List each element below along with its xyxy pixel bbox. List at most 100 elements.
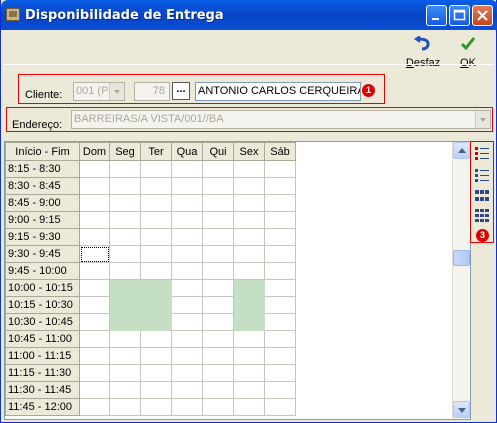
schedule-cell[interactable] bbox=[79, 398, 110, 416]
chevron-down-icon[interactable] bbox=[109, 83, 124, 100]
schedule-cell[interactable] bbox=[140, 347, 172, 365]
view-large-icons-icon[interactable] bbox=[474, 208, 490, 224]
schedule-cell[interactable] bbox=[202, 194, 234, 212]
schedule-cell[interactable] bbox=[233, 177, 265, 195]
scroll-down-button[interactable] bbox=[453, 401, 470, 418]
schedule-cell[interactable] bbox=[109, 262, 141, 280]
cliente-name-field[interactable]: ANTONIO CARLOS CERQUEIRA bbox=[195, 82, 361, 101]
schedule-cell-busy[interactable] bbox=[233, 313, 265, 331]
schedule-cell[interactable] bbox=[171, 228, 203, 246]
schedule-cell[interactable] bbox=[140, 364, 172, 382]
schedule-cell[interactable] bbox=[202, 245, 234, 263]
view-small-icons-icon[interactable] bbox=[474, 188, 490, 204]
grid-header-day[interactable]: Dom bbox=[79, 142, 110, 161]
schedule-cell[interactable] bbox=[171, 347, 203, 365]
schedule-cell[interactable] bbox=[140, 194, 172, 212]
schedule-cell[interactable] bbox=[140, 381, 172, 399]
schedule-cell[interactable] bbox=[171, 262, 203, 280]
schedule-cell[interactable] bbox=[171, 313, 203, 331]
title-bar[interactable]: Disponibilidade de Entrega bbox=[1, 0, 497, 30]
schedule-cell[interactable] bbox=[264, 194, 296, 212]
schedule-cell[interactable] bbox=[202, 313, 234, 331]
schedule-cell[interactable] bbox=[140, 245, 172, 263]
schedule-cell-busy[interactable] bbox=[109, 279, 141, 297]
schedule-cell-busy[interactable] bbox=[140, 313, 172, 331]
schedule-cell[interactable] bbox=[264, 313, 296, 331]
schedule-cell[interactable] bbox=[140, 177, 172, 195]
schedule-cell[interactable] bbox=[202, 177, 234, 195]
vertical-scrollbar[interactable] bbox=[452, 142, 470, 419]
scroll-up-button[interactable] bbox=[453, 142, 470, 159]
schedule-cell[interactable] bbox=[202, 211, 234, 229]
schedule-cell[interactable] bbox=[79, 313, 110, 331]
grid-header-day[interactable]: Ter bbox=[140, 142, 172, 161]
schedule-cell[interactable] bbox=[140, 262, 172, 280]
schedule-cell-busy[interactable] bbox=[233, 296, 265, 314]
grid-header-day[interactable]: Qua bbox=[171, 142, 203, 161]
schedule-cell[interactable] bbox=[264, 245, 296, 263]
schedule-cell[interactable] bbox=[171, 330, 203, 348]
grid-header-day[interactable]: Sex bbox=[233, 142, 265, 161]
schedule-cell[interactable] bbox=[79, 177, 110, 195]
schedule-cell[interactable] bbox=[79, 279, 110, 297]
schedule-cell[interactable] bbox=[264, 262, 296, 280]
schedule-cell-busy[interactable] bbox=[233, 279, 265, 297]
schedule-cell[interactable] bbox=[140, 330, 172, 348]
schedule-cell[interactable] bbox=[109, 398, 141, 416]
schedule-cell[interactable] bbox=[140, 228, 172, 246]
schedule-cell[interactable] bbox=[140, 160, 172, 178]
schedule-cell[interactable] bbox=[140, 211, 172, 229]
schedule-cell[interactable] bbox=[233, 364, 265, 382]
schedule-cell[interactable] bbox=[233, 262, 265, 280]
schedule-cell[interactable] bbox=[109, 160, 141, 178]
cliente-code-select[interactable]: 001 (Pc bbox=[73, 82, 125, 101]
cliente-lookup-button[interactable]: ... bbox=[172, 82, 190, 100]
schedule-cell[interactable] bbox=[264, 296, 296, 314]
schedule-cell-busy[interactable] bbox=[140, 296, 172, 314]
schedule-cell[interactable] bbox=[233, 398, 265, 416]
schedule-cell[interactable] bbox=[233, 381, 265, 399]
schedule-cell[interactable] bbox=[79, 347, 110, 365]
grid-header-day[interactable]: Sáb bbox=[264, 142, 296, 161]
schedule-cell[interactable] bbox=[171, 160, 203, 178]
schedule-cell[interactable] bbox=[202, 228, 234, 246]
view-list-detail-icon[interactable] bbox=[474, 146, 490, 162]
schedule-cell[interactable] bbox=[171, 211, 203, 229]
schedule-cell[interactable] bbox=[264, 381, 296, 399]
schedule-cell[interactable] bbox=[264, 228, 296, 246]
schedule-cell[interactable] bbox=[109, 194, 141, 212]
schedule-cell[interactable] bbox=[264, 330, 296, 348]
schedule-cell[interactable] bbox=[109, 211, 141, 229]
schedule-cell[interactable] bbox=[233, 330, 265, 348]
schedule-cell[interactable] bbox=[264, 398, 296, 416]
schedule-cell[interactable] bbox=[109, 228, 141, 246]
schedule-cell[interactable] bbox=[233, 228, 265, 246]
schedule-cell[interactable] bbox=[171, 177, 203, 195]
schedule-cell[interactable] bbox=[202, 347, 234, 365]
schedule-cell[interactable] bbox=[109, 177, 141, 195]
grid-header-day[interactable]: Qui bbox=[202, 142, 234, 161]
schedule-cell[interactable] bbox=[79, 160, 110, 178]
endereco-select[interactable]: BARREIRAS/A VISTA/001//BA bbox=[71, 110, 491, 129]
schedule-cell[interactable] bbox=[264, 177, 296, 195]
schedule-cell-busy[interactable] bbox=[109, 313, 141, 331]
schedule-cell[interactable] bbox=[264, 279, 296, 297]
schedule-cell[interactable] bbox=[79, 364, 110, 382]
schedule-cell[interactable] bbox=[202, 364, 234, 382]
schedule-cell[interactable] bbox=[79, 381, 110, 399]
schedule-cell[interactable] bbox=[202, 160, 234, 178]
schedule-cell[interactable] bbox=[264, 347, 296, 365]
schedule-cell[interactable] bbox=[79, 228, 110, 246]
schedule-cell[interactable] bbox=[233, 160, 265, 178]
schedule-cell[interactable] bbox=[79, 245, 110, 263]
schedule-cell[interactable] bbox=[202, 381, 234, 399]
schedule-cell[interactable] bbox=[264, 211, 296, 229]
schedule-cell[interactable] bbox=[171, 381, 203, 399]
minimize-button[interactable] bbox=[426, 5, 447, 26]
schedule-cell[interactable] bbox=[171, 194, 203, 212]
scroll-thumb[interactable] bbox=[453, 250, 470, 266]
schedule-cell[interactable] bbox=[233, 211, 265, 229]
schedule-cell[interactable] bbox=[233, 194, 265, 212]
maximize-button[interactable] bbox=[449, 5, 470, 26]
schedule-cell[interactable] bbox=[79, 262, 110, 280]
